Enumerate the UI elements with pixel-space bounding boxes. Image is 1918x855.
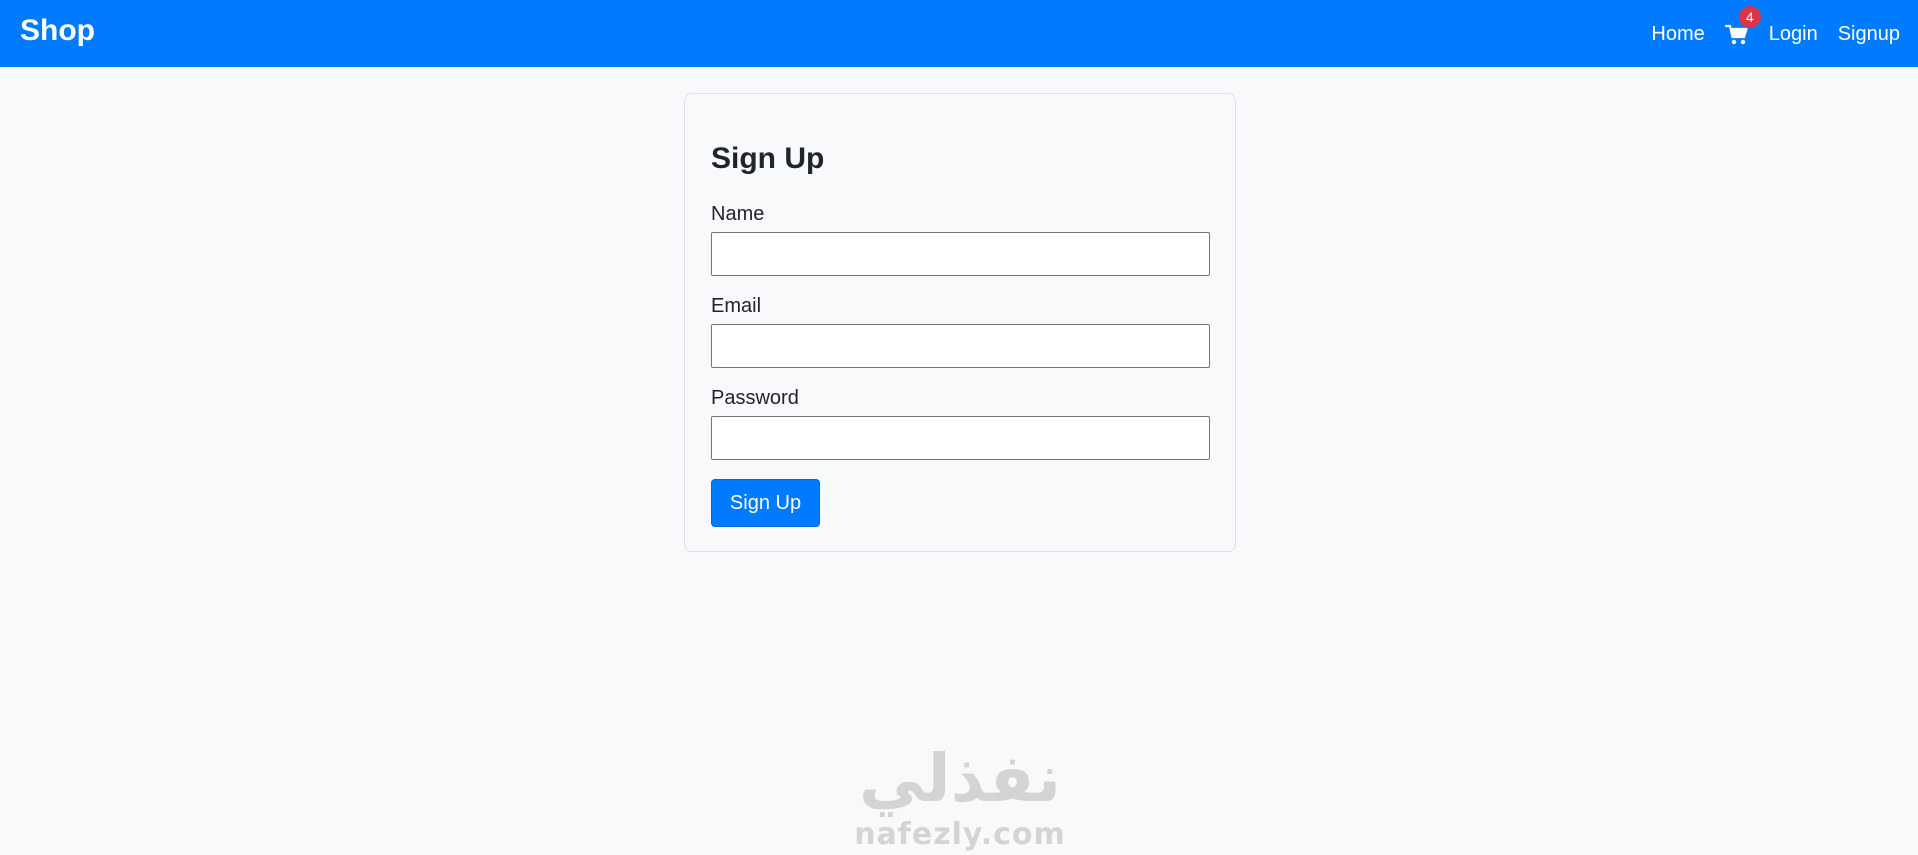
name-input[interactable] [711, 232, 1210, 276]
signup-card: Sign Up Name Email Password Sign Up [684, 93, 1236, 552]
nav-links: Home 4 Login Signup [1631, 0, 1900, 67]
cart-link[interactable]: 4 [1724, 5, 1761, 46]
nav-link-home[interactable]: Home [1651, 22, 1704, 46]
name-label: Name [711, 203, 765, 225]
watermark-arabic-text: نفذلي [859, 740, 1061, 817]
nav-link-login[interactable]: Login [1769, 22, 1818, 46]
watermark-latin-text: nafezly.com [854, 817, 1066, 852]
email-label: Email [711, 295, 762, 317]
email-input[interactable] [711, 324, 1210, 368]
signup-submit-button[interactable]: Sign Up [711, 479, 820, 527]
navbar: Shop Home 4 Login Signup [0, 0, 1918, 67]
signup-title: Sign Up [711, 142, 825, 175]
nafezly-watermark: نفذلي nafezly.com [852, 742, 1068, 855]
password-label: Password [711, 387, 799, 409]
cart-count-badge: 4 [1738, 5, 1761, 28]
brand-link[interactable]: Shop [20, 14, 95, 48]
nav-link-signup[interactable]: Signup [1838, 22, 1900, 46]
password-input[interactable] [711, 416, 1210, 460]
